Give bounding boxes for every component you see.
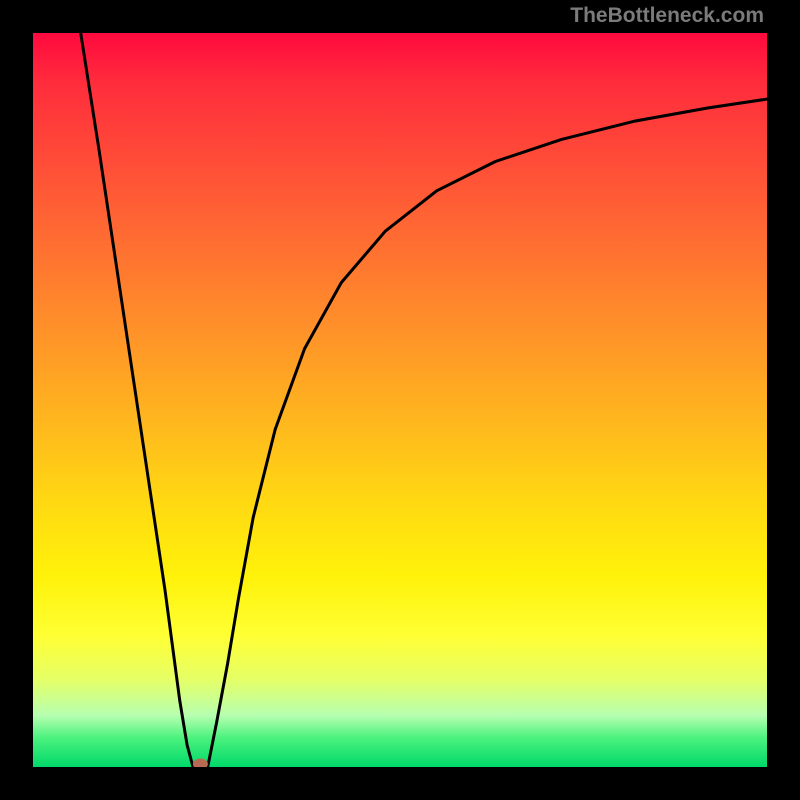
chart-frame: TheBottleneck.com (0, 0, 800, 800)
curve-right-branch (208, 99, 767, 767)
bottleneck-curve (33, 33, 767, 767)
curve-left-branch (81, 33, 193, 767)
plot-area (33, 33, 767, 767)
attribution-text: TheBottleneck.com (570, 4, 764, 28)
minimum-marker (193, 759, 207, 767)
